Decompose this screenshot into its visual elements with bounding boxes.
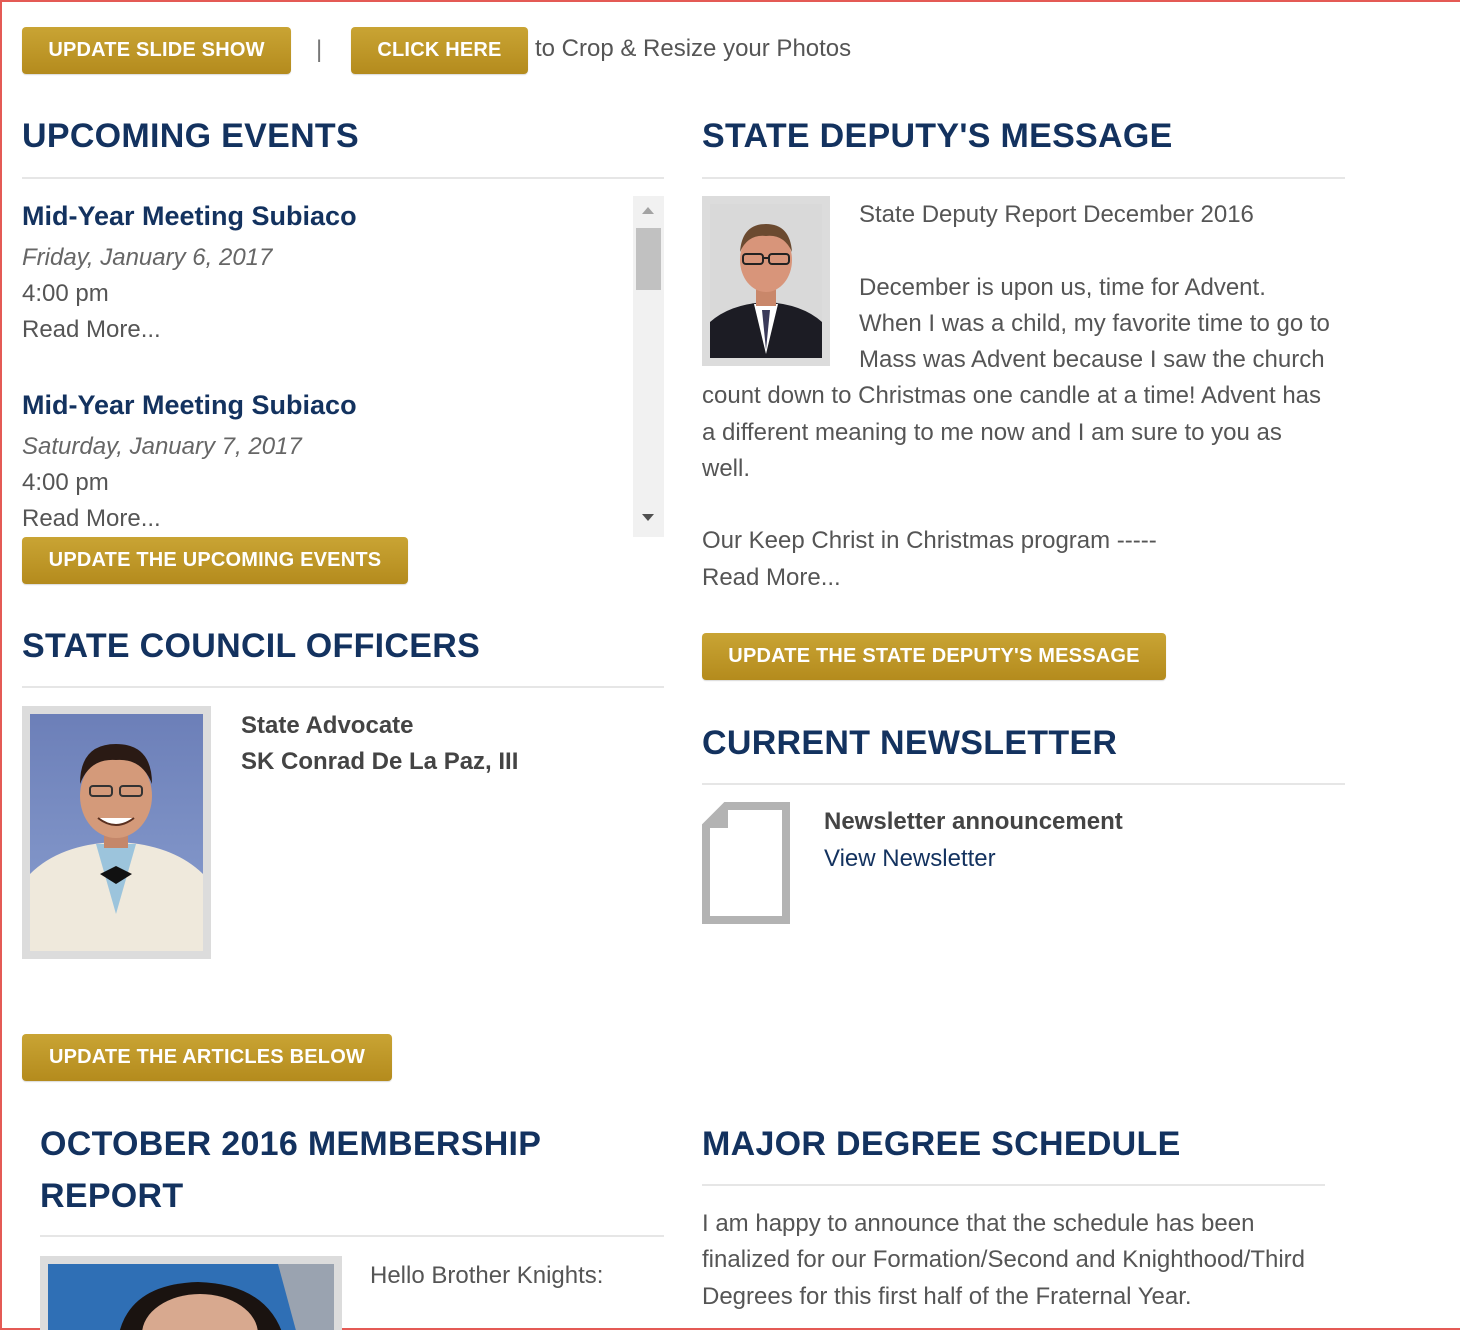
events-rule xyxy=(22,177,664,179)
degree-text-line: Degrees for this first half of the Frate… xyxy=(702,1283,1192,1310)
state-council-officers-heading: STATE COUNCIL OFFICERS xyxy=(22,627,481,665)
update-upcoming-events-button[interactable]: UPDATE THE UPCOMING EVENTS xyxy=(22,537,408,584)
officer-name: SK Conrad De La Paz, III xyxy=(241,748,519,775)
event-title[interactable]: Mid-Year Meeting Subiaco xyxy=(22,201,357,232)
top-separator: | xyxy=(316,36,323,63)
document-icon[interactable] xyxy=(702,802,790,924)
deputy-message-line: count down to Christmas one candle at a … xyxy=(702,382,1322,409)
degree-rule xyxy=(702,1184,1325,1186)
deputy-rule xyxy=(702,177,1345,179)
scroll-up-icon[interactable] xyxy=(642,207,654,214)
membership-report-heading-cont: REPORT xyxy=(40,1177,184,1215)
event-time: 4:00 pm xyxy=(22,469,109,496)
newsletter-announcement: Newsletter announcement xyxy=(824,808,1123,835)
crop-resize-text: to Crop & Resize your Photos xyxy=(535,35,852,62)
deputy-message-line: Our Keep Christ in Christmas program ---… xyxy=(702,527,1157,554)
event-date: Saturday, January 7, 2017 xyxy=(22,433,302,460)
view-newsletter-link[interactable]: View Newsletter xyxy=(824,845,996,873)
newsletter-rule xyxy=(702,783,1345,785)
deputy-message-line: a different meaning to me now and I am s… xyxy=(702,419,1282,446)
deputy-message-line: well. xyxy=(702,455,751,482)
major-degree-schedule-heading: MAJOR DEGREE SCHEDULE xyxy=(702,1125,1181,1163)
state-deputy-photo xyxy=(702,196,830,366)
click-here-button[interactable]: CLICK HERE xyxy=(351,27,528,74)
scroll-down-icon[interactable] xyxy=(642,514,654,521)
deputy-portrait-icon xyxy=(710,204,822,358)
state-deputy-heading: STATE DEPUTY'S MESSAGE xyxy=(702,117,1173,155)
membership-report-heading: OCTOBER 2016 MEMBERSHIP xyxy=(40,1125,542,1163)
update-articles-button[interactable]: UPDATE THE ARTICLES BELOW xyxy=(22,1034,392,1081)
event-date: Friday, January 6, 2017 xyxy=(22,244,273,271)
events-scroll-thumb[interactable] xyxy=(636,228,661,290)
degree-text-line: I am happy to announce that the schedule… xyxy=(702,1210,1255,1237)
degree-text-line: finalized for our Formation/Second and K… xyxy=(702,1246,1306,1273)
deputy-message-line: When I was a child, my favorite time to … xyxy=(859,310,1330,337)
deputy-read-more-link[interactable]: Read More... xyxy=(702,560,841,597)
event-read-more-link[interactable]: Read More... xyxy=(22,316,161,344)
membership-author-photo xyxy=(40,1256,342,1330)
membership-portrait-icon xyxy=(48,1264,334,1330)
update-slide-show-button[interactable]: UPDATE SLIDE SHOW xyxy=(22,27,291,74)
advocate-portrait-icon xyxy=(30,714,203,951)
membership-greeting: Hello Brother Knights: xyxy=(370,1262,604,1289)
deputy-message-line: December is upon us, time for Advent. xyxy=(859,274,1266,301)
event-title[interactable]: Mid-Year Meeting Subiaco xyxy=(22,390,357,421)
upcoming-events-heading: UPCOMING EVENTS xyxy=(22,117,359,155)
current-newsletter-heading: CURRENT NEWSLETTER xyxy=(702,724,1118,762)
event-read-more-link[interactable]: Read More... xyxy=(22,505,161,533)
officers-rule xyxy=(22,686,664,688)
event-time: 4:00 pm xyxy=(22,280,109,307)
deputy-message-line: Mass was Advent because I saw the church xyxy=(859,346,1325,373)
officer-role: State Advocate xyxy=(241,712,414,739)
membership-rule xyxy=(40,1235,664,1237)
update-state-deputy-message-button[interactable]: UPDATE THE STATE DEPUTY'S MESSAGE xyxy=(702,633,1166,680)
state-advocate-photo xyxy=(22,706,211,959)
deputy-report-title: State Deputy Report December 2016 xyxy=(859,201,1254,228)
